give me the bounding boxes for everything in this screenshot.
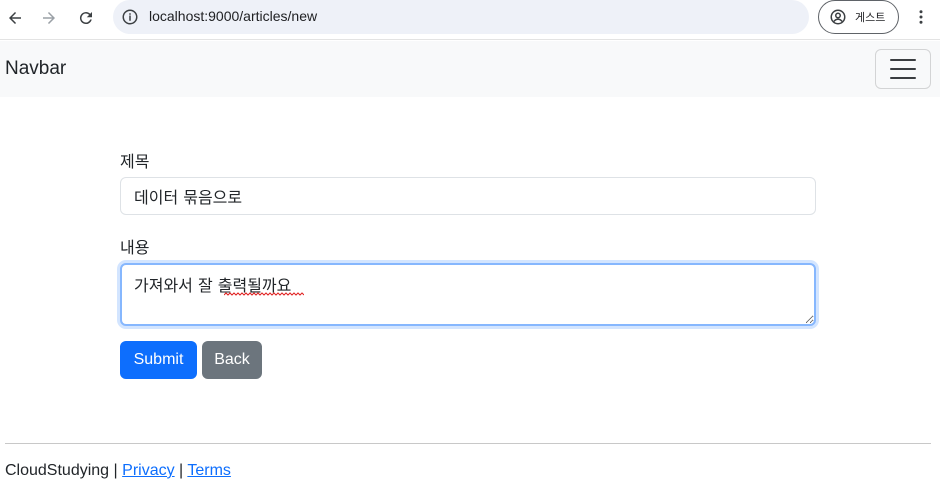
footer-divider: [5, 443, 931, 444]
spellcheck-underline: [224, 292, 304, 296]
title-label: 제목: [120, 152, 150, 171]
url-text: localhost:9000/articles/new: [149, 8, 318, 24]
profile-label: 게스트: [855, 11, 886, 24]
reload-icon[interactable]: [73, 5, 99, 31]
forward-arrow-icon[interactable]: [36, 5, 62, 31]
submit-button[interactable]: Submit: [120, 341, 197, 379]
navbar-brand[interactable]: Navbar: [5, 58, 66, 80]
footer-separator: |: [113, 462, 118, 479]
footer-brand: CloudStudying: [5, 462, 110, 479]
profile-button[interactable]: 게스트: [818, 0, 899, 34]
title-input[interactable]: [120, 177, 816, 215]
terms-link[interactable]: Terms: [187, 462, 231, 479]
navbar-toggler[interactable]: [875, 49, 931, 89]
back-arrow-icon[interactable]: [2, 5, 28, 31]
navbar: Navbar: [0, 41, 940, 97]
kebab-menu-icon[interactable]: [910, 6, 932, 28]
privacy-link[interactable]: Privacy: [122, 462, 174, 479]
back-button[interactable]: Back: [202, 341, 262, 379]
profile-icon: [830, 9, 846, 25]
site-info-icon[interactable]: [121, 8, 139, 26]
browser-toolbar: localhost:9000/articles/new 게스트: [0, 0, 940, 40]
footer: CloudStudying | Privacy | Terms: [5, 462, 231, 480]
hamburger-icon: [890, 59, 916, 79]
footer-separator: |: [179, 462, 184, 479]
address-bar[interactable]: localhost:9000/articles/new: [113, 0, 809, 34]
content-label: 내용: [120, 238, 150, 257]
